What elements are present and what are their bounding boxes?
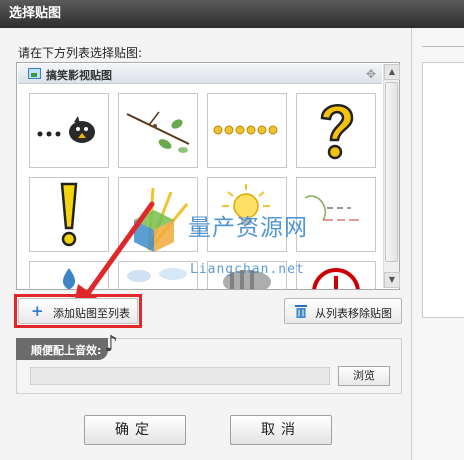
sticker-yellow-dots[interactable] — [207, 93, 287, 168]
preview-divider — [422, 46, 464, 47]
music-note-icon: ♪ — [104, 332, 119, 357]
scroll-thumb[interactable] — [385, 82, 398, 262]
watermark-text: 量产资源网 — [188, 215, 308, 241]
plus-icon: + — [31, 302, 44, 320]
preview-panel — [412, 28, 464, 460]
add-to-list-button[interactable]: + 添加贴图至列表 — [18, 298, 138, 324]
sound-effect-title: 顺便配上音效: — [31, 344, 102, 357]
remove-from-list-label: 从列表移除贴图 — [315, 307, 392, 320]
sticker-handwritten-note[interactable] — [296, 177, 376, 252]
dots-icon — [213, 125, 278, 135]
instruction-label: 请在下方列表选择贴图: — [18, 46, 143, 60]
question-mark-icon — [320, 104, 354, 160]
handwritten-note-icon — [304, 195, 359, 221]
cancel-button[interactable]: 取消 — [230, 415, 332, 445]
list-scrollbar[interactable]: ▲ ▼ — [383, 64, 400, 288]
bird-dots-icon — [37, 116, 95, 143]
trash-icon — [295, 305, 307, 318]
browse-button[interactable]: 浏览 — [338, 366, 390, 386]
preview-canvas — [422, 62, 464, 318]
sticker-branch-leaves[interactable] — [118, 93, 198, 168]
remove-from-list-button[interactable]: 从列表移除贴图 — [284, 298, 402, 324]
sticker-question-mark[interactable] — [296, 93, 376, 168]
add-to-list-label: 添加贴图至列表 — [53, 307, 130, 320]
stop-sign-icon — [312, 268, 360, 289]
dialog-body: 请在下方列表选择贴图: 搞笑影视贴图 ✥ ▲ ▼ 量产资源网 Liangchan… — [0, 28, 412, 460]
sticker-bird-dots[interactable] — [29, 93, 109, 168]
scroll-down-icon[interactable]: ▼ — [384, 272, 400, 288]
category-header[interactable]: 搞笑影视贴图 ✥ — [18, 64, 382, 84]
branch-icon — [126, 111, 190, 153]
watermark-url: Liangchan.net — [190, 262, 305, 277]
scroll-up-icon[interactable]: ▲ — [384, 64, 400, 80]
image-icon — [28, 68, 41, 79]
sound-path-input[interactable] — [30, 367, 330, 385]
move-icon[interactable]: ✥ — [366, 67, 376, 81]
category-label: 搞笑影视贴图 — [46, 69, 112, 82]
sticker-red-stop-sign[interactable] — [296, 261, 376, 289]
window-title: 选择贴图 — [0, 0, 464, 28]
ok-button[interactable]: 确定 — [84, 415, 186, 445]
